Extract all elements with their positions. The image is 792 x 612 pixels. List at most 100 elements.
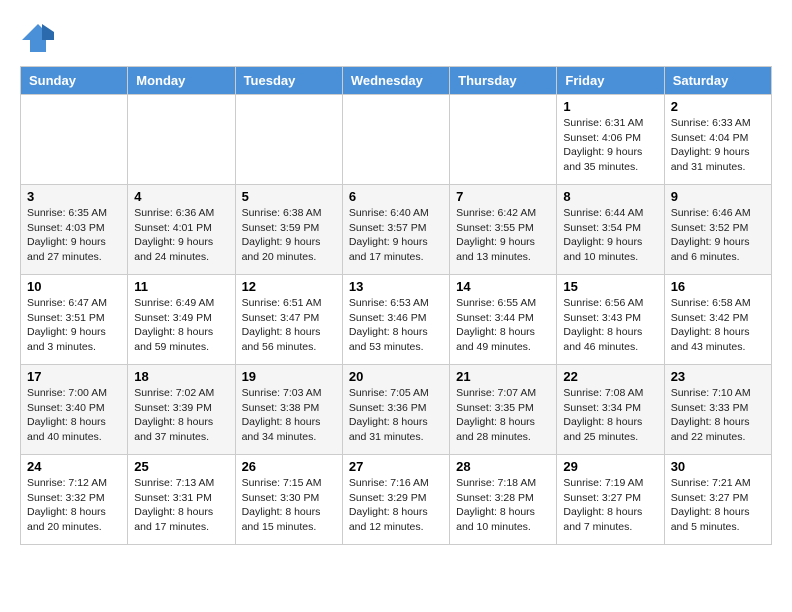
calendar-cell: 8Sunrise: 6:44 AM Sunset: 3:54 PM Daylig… <box>557 185 664 275</box>
day-info: Sunrise: 6:53 AM Sunset: 3:46 PM Dayligh… <box>349 296 443 355</box>
day-info: Sunrise: 7:18 AM Sunset: 3:28 PM Dayligh… <box>456 476 550 535</box>
calendar-cell: 26 Sunrise: 7:15 AM Sunset: 3:30 PM Dayli… <box>235 455 342 545</box>
calendar-cell: 11Sunrise: 6:49 AM Sunset: 3:49 PM Dayli… <box>128 275 235 365</box>
day-number: 6 <box>349 189 443 204</box>
calendar-header-saturday: Saturday <box>664 67 771 95</box>
calendar-cell: 21 Sunrise: 7:07 AM Sunset: 3:35 PM Dayli… <box>450 365 557 455</box>
calendar-cell: 9 Sunrise: 6:46 AM Sunset: 3:52 PM Daylig… <box>664 185 771 275</box>
calendar-week-row: 10 Sunrise: 6:47 AM Sunset: 3:51 PM Dayli… <box>21 275 772 365</box>
calendar-cell <box>450 95 557 185</box>
day-info: Sunrise: 7:16 AM Sunset: 3:29 PM Dayligh… <box>349 476 443 535</box>
day-number: 5 <box>242 189 336 204</box>
day-number: 2 <box>671 99 765 114</box>
day-number: 19 <box>242 369 336 384</box>
day-number: 12 <box>242 279 336 294</box>
day-info: Sunrise: 6:38 AM Sunset: 3:59 PM Dayligh… <box>242 206 336 265</box>
day-info: Sunrise: 6:47 AM Sunset: 3:51 PM Dayligh… <box>27 296 121 355</box>
calendar-cell: 14 Sunrise: 6:55 AM Sunset: 3:44 PM Dayli… <box>450 275 557 365</box>
day-info: Sunrise: 6:33 AM Sunset: 4:04 PM Dayligh… <box>671 116 765 175</box>
calendar-cell: 16 Sunrise: 6:58 AM Sunset: 3:42 PM Dayli… <box>664 275 771 365</box>
calendar-header-thursday: Thursday <box>450 67 557 95</box>
day-number: 28 <box>456 459 550 474</box>
day-info: Sunrise: 7:00 AM Sunset: 3:40 PM Dayligh… <box>27 386 121 445</box>
calendar-table: SundayMondayTuesdayWednesdayThursdayFrid… <box>20 66 772 545</box>
day-info: Sunrise: 6:56 AM Sunset: 3:43 PM Dayligh… <box>563 296 657 355</box>
day-number: 21 <box>456 369 550 384</box>
calendar-cell: 1 Sunrise: 6:31 AM Sunset: 4:06 PM Daylig… <box>557 95 664 185</box>
day-number: 17 <box>27 369 121 384</box>
day-info: Sunrise: 7:02 AM Sunset: 3:39 PM Dayligh… <box>134 386 228 445</box>
calendar-cell: 22 Sunrise: 7:08 AM Sunset: 3:34 PM Dayli… <box>557 365 664 455</box>
calendar-header-monday: Monday <box>128 67 235 95</box>
day-number: 15 <box>563 279 657 294</box>
calendar-cell: 27 Sunrise: 7:16 AM Sunset: 3:29 PM Dayli… <box>342 455 449 545</box>
calendar-header-friday: Friday <box>557 67 664 95</box>
day-number: 29 <box>563 459 657 474</box>
calendar-cell: 24Sunrise: 7:12 AM Sunset: 3:32 PM Dayli… <box>21 455 128 545</box>
day-number: 16 <box>671 279 765 294</box>
day-number: 7 <box>456 189 550 204</box>
calendar-cell: 5 Sunrise: 6:38 AM Sunset: 3:59 PM Daylig… <box>235 185 342 275</box>
day-number: 20 <box>349 369 443 384</box>
calendar-cell <box>21 95 128 185</box>
day-info: Sunrise: 6:40 AM Sunset: 3:57 PM Dayligh… <box>349 206 443 265</box>
day-info: Sunrise: 6:58 AM Sunset: 3:42 PM Dayligh… <box>671 296 765 355</box>
day-number: 14 <box>456 279 550 294</box>
day-info: Sunrise: 6:36 AM Sunset: 4:01 PM Dayligh… <box>134 206 228 265</box>
calendar-cell: 20 Sunrise: 7:05 AM Sunset: 3:36 PM Dayli… <box>342 365 449 455</box>
calendar-cell: 19 Sunrise: 7:03 AM Sunset: 3:38 PM Dayli… <box>235 365 342 455</box>
day-number: 24 <box>27 459 121 474</box>
logo <box>20 20 60 56</box>
calendar-cell: 29Sunrise: 7:19 AM Sunset: 3:27 PM Dayli… <box>557 455 664 545</box>
day-number: 3 <box>27 189 121 204</box>
calendar-week-row: 1 Sunrise: 6:31 AM Sunset: 4:06 PM Daylig… <box>21 95 772 185</box>
calendar-week-row: 24Sunrise: 7:12 AM Sunset: 3:32 PM Dayli… <box>21 455 772 545</box>
day-info: Sunrise: 7:03 AM Sunset: 3:38 PM Dayligh… <box>242 386 336 445</box>
day-number: 4 <box>134 189 228 204</box>
day-info: Sunrise: 6:55 AM Sunset: 3:44 PM Dayligh… <box>456 296 550 355</box>
calendar-header-row: SundayMondayTuesdayWednesdayThursdayFrid… <box>21 67 772 95</box>
calendar-cell: 13 Sunrise: 6:53 AM Sunset: 3:46 PM Dayli… <box>342 275 449 365</box>
calendar-cell: 4 Sunrise: 6:36 AM Sunset: 4:01 PM Daylig… <box>128 185 235 275</box>
calendar-cell: 10 Sunrise: 6:47 AM Sunset: 3:51 PM Dayli… <box>21 275 128 365</box>
calendar-header-tuesday: Tuesday <box>235 67 342 95</box>
day-info: Sunrise: 7:21 AM Sunset: 3:27 PM Dayligh… <box>671 476 765 535</box>
calendar-cell: 7 Sunrise: 6:42 AM Sunset: 3:55 PM Daylig… <box>450 185 557 275</box>
calendar-week-row: 3 Sunrise: 6:35 AM Sunset: 4:03 PM Daylig… <box>21 185 772 275</box>
day-number: 18 <box>134 369 228 384</box>
page-header <box>20 20 772 56</box>
day-info: Sunrise: 7:15 AM Sunset: 3:30 PM Dayligh… <box>242 476 336 535</box>
day-info: Sunrise: 6:42 AM Sunset: 3:55 PM Dayligh… <box>456 206 550 265</box>
calendar-cell: 23 Sunrise: 7:10 AM Sunset: 3:33 PM Dayli… <box>664 365 771 455</box>
day-info: Sunrise: 6:46 AM Sunset: 3:52 PM Dayligh… <box>671 206 765 265</box>
day-info: Sunrise: 6:31 AM Sunset: 4:06 PM Dayligh… <box>563 116 657 175</box>
day-number: 9 <box>671 189 765 204</box>
calendar-cell <box>235 95 342 185</box>
calendar-cell: 12 Sunrise: 6:51 AM Sunset: 3:47 PM Dayli… <box>235 275 342 365</box>
calendar-cell: 17 Sunrise: 7:00 AM Sunset: 3:40 PM Dayli… <box>21 365 128 455</box>
calendar-cell: 25Sunrise: 7:13 AM Sunset: 3:31 PM Dayli… <box>128 455 235 545</box>
day-number: 27 <box>349 459 443 474</box>
day-number: 10 <box>27 279 121 294</box>
day-info: Sunrise: 7:13 AM Sunset: 3:31 PM Dayligh… <box>134 476 228 535</box>
day-number: 11 <box>134 279 228 294</box>
day-info: Sunrise: 7:07 AM Sunset: 3:35 PM Dayligh… <box>456 386 550 445</box>
day-number: 22 <box>563 369 657 384</box>
day-info: Sunrise: 6:51 AM Sunset: 3:47 PM Dayligh… <box>242 296 336 355</box>
calendar-header-sunday: Sunday <box>21 67 128 95</box>
calendar-cell: 2 Sunrise: 6:33 AM Sunset: 4:04 PM Daylig… <box>664 95 771 185</box>
calendar-cell: 3 Sunrise: 6:35 AM Sunset: 4:03 PM Daylig… <box>21 185 128 275</box>
day-number: 26 <box>242 459 336 474</box>
day-info: Sunrise: 6:35 AM Sunset: 4:03 PM Dayligh… <box>27 206 121 265</box>
day-number: 30 <box>671 459 765 474</box>
day-number: 23 <box>671 369 765 384</box>
logo-icon <box>20 20 56 56</box>
day-info: Sunrise: 7:10 AM Sunset: 3:33 PM Dayligh… <box>671 386 765 445</box>
day-number: 13 <box>349 279 443 294</box>
day-number: 8 <box>563 189 657 204</box>
calendar-cell: 28 Sunrise: 7:18 AM Sunset: 3:28 PM Dayli… <box>450 455 557 545</box>
day-number: 1 <box>563 99 657 114</box>
day-info: Sunrise: 7:05 AM Sunset: 3:36 PM Dayligh… <box>349 386 443 445</box>
day-info: Sunrise: 7:08 AM Sunset: 3:34 PM Dayligh… <box>563 386 657 445</box>
calendar-cell <box>342 95 449 185</box>
